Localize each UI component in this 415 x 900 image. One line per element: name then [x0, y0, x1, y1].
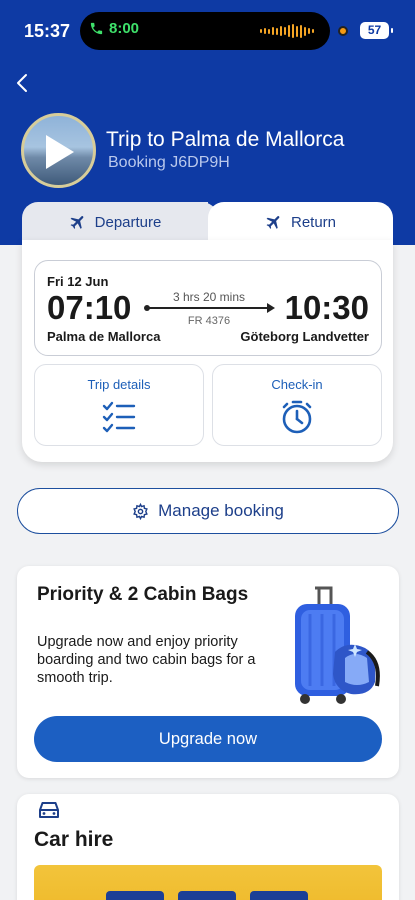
- trip-video-thumbnail[interactable]: [21, 113, 96, 188]
- upgrade-now-button[interactable]: Upgrade now: [34, 716, 382, 762]
- checklist-icon: [102, 401, 136, 433]
- trip-title: Trip to Palma de Mallorca: [106, 128, 345, 151]
- priority-upsell-card: Priority & 2 Cabin Bags Upgrade now and …: [17, 566, 399, 778]
- booking-reference: Booking J6DP9H: [108, 154, 230, 171]
- luggage-illustration: [295, 586, 380, 704]
- destination-airport: Göteborg Landvetter: [240, 329, 369, 344]
- check-in-label: Check-in: [271, 377, 323, 392]
- promo-title: Priority & 2 Cabin Bags: [37, 584, 249, 605]
- stopwatch-icon: [282, 400, 312, 434]
- plane-icon: [70, 216, 84, 229]
- trip-details-button[interactable]: Trip details: [34, 364, 204, 446]
- tab-departure-label: Departure: [94, 213, 162, 231]
- battery-indicator: 57: [360, 22, 393, 39]
- tab-return-label: Return: [290, 213, 337, 231]
- car-hire-card[interactable]: Car hire: [17, 794, 399, 900]
- gear-icon: [133, 502, 148, 520]
- dynamic-island[interactable]: 8:00: [80, 12, 330, 50]
- flight-date: Fri 12 Jun: [47, 274, 109, 289]
- check-in-button[interactable]: Check-in: [212, 364, 382, 446]
- flight-number: FR 4376: [187, 315, 231, 327]
- flight-summary[interactable]: Fri 12 Jun 07:10 10:30 3 hrs 20 mins FR …: [34, 260, 382, 356]
- car-icon: [39, 802, 59, 818]
- mic-indicator-icon: [338, 26, 348, 36]
- back-icon[interactable]: [12, 72, 34, 94]
- car-hire-banner: [34, 865, 382, 900]
- promo-text: Upgrade now and enjoy priority boarding …: [37, 634, 256, 686]
- tab-return[interactable]: Return: [208, 202, 393, 242]
- manage-booking-label: Manage booking: [158, 501, 284, 520]
- route-arrow: [144, 303, 275, 313]
- call-indicator: 8:00: [89, 20, 139, 37]
- call-time: 8:00: [109, 20, 140, 37]
- arrival-time: 10:30: [284, 289, 369, 326]
- car-hire-title: Car hire: [34, 828, 114, 851]
- play-icon: [46, 135, 74, 169]
- status-time: 15:37: [24, 21, 71, 41]
- flight-duration: 3 hrs 20 mins: [172, 290, 246, 304]
- phone-icon: [90, 22, 103, 35]
- origin-airport: Palma de Mallorca: [47, 329, 161, 344]
- audio-wave-icon: [260, 24, 314, 38]
- plane-icon: [266, 216, 280, 229]
- flight-card: Fri 12 Jun 07:10 10:30 3 hrs 20 mins FR …: [22, 240, 393, 462]
- trip-details-label: Trip details: [87, 377, 151, 392]
- tab-departure[interactable]: Departure: [22, 202, 208, 242]
- status-bar: 15:37 8:00 57: [0, 0, 415, 60]
- manage-booking-button[interactable]: Manage booking: [17, 488, 399, 534]
- departure-time: 07:10: [47, 289, 132, 326]
